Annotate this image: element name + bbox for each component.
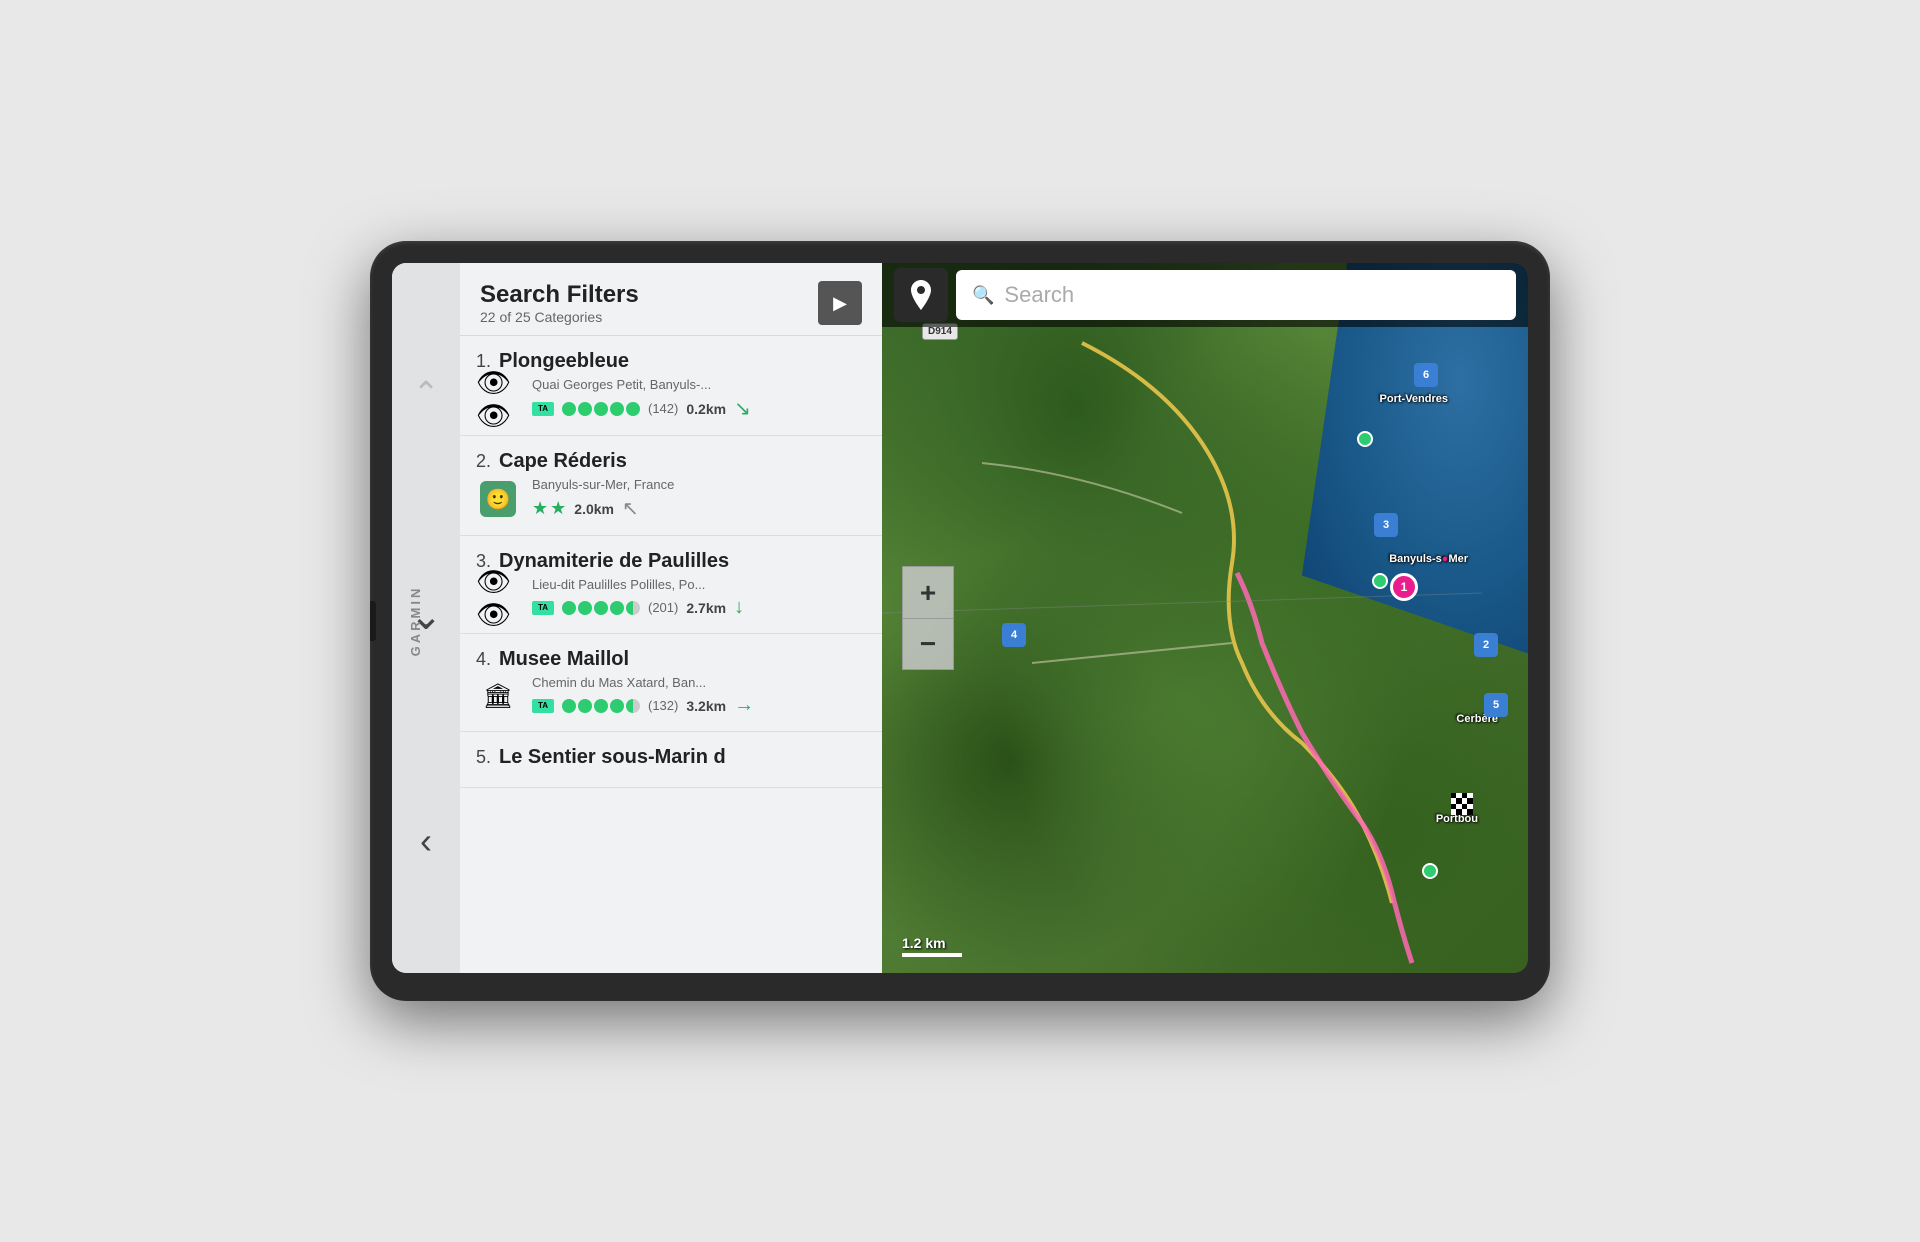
review-count-4: (132) bbox=[648, 698, 678, 713]
result-info-3: Lieu-dit Paulilles Polilles, Po... TA bbox=[532, 577, 866, 619]
direction-arrow-3: ↓ bbox=[734, 596, 744, 619]
distance-2: 2.0km bbox=[574, 501, 614, 517]
search-filters-header: Search Filters 22 of 25 Categories ▶ bbox=[460, 263, 882, 336]
map-marker-1[interactable]: 1 bbox=[1390, 573, 1418, 601]
device-screen: ⌃ ⌄ ‹ Search Filters 22 of 25 Categories… bbox=[392, 263, 1528, 973]
result-icon-1: 👁👁 bbox=[476, 381, 520, 417]
scale-line bbox=[902, 953, 962, 957]
scale-label: 1.2 km bbox=[902, 935, 946, 951]
direction-arrow-4: → bbox=[734, 694, 754, 717]
result-number-4: 4. bbox=[476, 649, 491, 670]
result-info-2: Banyuls-sur-Mer, France ★ ★ 2.0km ↖ bbox=[532, 477, 866, 521]
result-icon-3: 👁👁 bbox=[476, 580, 520, 616]
result-address-2: Banyuls-sur-Mer, France bbox=[532, 477, 866, 492]
result-item-2[interactable]: 2. Cape Réderis 🙂 Banyuls-sur-Mer, Franc… bbox=[460, 436, 882, 536]
result-info-1: Quai Georges Petit, Banyuls-... TA bbox=[532, 377, 866, 421]
distance-4: 3.2km bbox=[686, 698, 726, 714]
result-item-5[interactable]: 5. Le Sentier sous-Marin d bbox=[460, 732, 882, 788]
scroll-up-arrow[interactable]: ⌃ bbox=[413, 377, 440, 409]
city-label-banyuls: Banyuls-s●Mer bbox=[1389, 553, 1468, 565]
rating-row-2: ★ ★ 2.0km ↖ bbox=[532, 496, 866, 521]
location-pin-icon bbox=[908, 280, 934, 310]
result-item-1[interactable]: 1. Plongeebleue 👁👁 Quai Georges Petit, B… bbox=[460, 336, 882, 436]
green-dot-marker-1 bbox=[1357, 431, 1373, 447]
green-dot-marker-3 bbox=[1422, 863, 1438, 879]
star-1: ★ bbox=[532, 498, 548, 519]
map-marker-3[interactable]: 3 bbox=[1374, 513, 1398, 537]
result-icon-4: 🏛 bbox=[476, 678, 520, 714]
star-rating-2: ★ ★ bbox=[532, 498, 566, 519]
rating-dots-3 bbox=[562, 601, 640, 615]
zoom-in-button[interactable]: + bbox=[902, 566, 954, 618]
result-item-3[interactable]: 3. Dynamiterie de Paulilles 👁👁 Lieu-dit … bbox=[460, 536, 882, 634]
map-marker-2[interactable]: 2 bbox=[1474, 633, 1498, 657]
result-number-5: 5. bbox=[476, 747, 491, 768]
brand-label: GARMIN bbox=[408, 586, 423, 657]
review-count-1: (142) bbox=[648, 401, 678, 416]
search-placeholder: Search bbox=[1004, 282, 1074, 308]
result-address-3: Lieu-dit Paulilles Polilles, Po... bbox=[532, 577, 866, 592]
result-name-2: Cape Réderis bbox=[499, 450, 627, 473]
header-subtitle: 22 of 25 Categories bbox=[480, 309, 639, 325]
result-name-3: Dynamiterie de Paulilles bbox=[499, 550, 729, 573]
location-button[interactable] bbox=[894, 268, 948, 322]
search-icon: 🔍 bbox=[972, 285, 994, 306]
star-2: ★ bbox=[550, 498, 566, 519]
result-name-4: Musee Maillol bbox=[499, 648, 629, 671]
result-number-2: 2. bbox=[476, 451, 491, 472]
scale-bar: 1.2 km bbox=[902, 935, 962, 957]
map-marker-5[interactable]: 5 bbox=[1484, 693, 1508, 717]
binoculars-icon-1: 👁👁 bbox=[476, 366, 520, 432]
tripadvisor-logo-1: TA bbox=[532, 402, 554, 416]
map-panel[interactable]: D914 Port-Vendres Banyuls-s●Mer Cerbère … bbox=[882, 263, 1528, 973]
garmin-device: GARMIN ⌃ ⌄ ‹ Search Filters 22 of 25 Cat… bbox=[370, 241, 1550, 1001]
nav-arrows-panel: ⌃ ⌄ ‹ bbox=[392, 263, 460, 973]
tripadvisor-logo-3: TA bbox=[532, 601, 554, 615]
binoculars-icon-3: 👁👁 bbox=[476, 565, 520, 631]
map-marker-4[interactable]: 4 bbox=[1002, 623, 1026, 647]
city-label-port-vendres: Port-Vendres bbox=[1380, 393, 1448, 405]
rating-dots-1 bbox=[562, 402, 640, 416]
back-arrow[interactable]: ‹ bbox=[420, 823, 432, 859]
search-bar[interactable]: 🔍 Search bbox=[956, 270, 1516, 320]
zoom-controls: + − bbox=[902, 566, 954, 670]
direction-arrow-2: ↖ bbox=[622, 496, 639, 521]
map-marker-6[interactable]: 6 bbox=[1414, 363, 1438, 387]
result-info-4: Chemin du Mas Xatard, Ban... TA bbox=[532, 675, 866, 717]
map-header: 🔍 Search bbox=[882, 263, 1528, 327]
green-dot-marker-2 bbox=[1372, 573, 1388, 589]
direction-arrow-1: ↘ bbox=[734, 396, 751, 421]
results-list: 1. Plongeebleue 👁👁 Quai Georges Petit, B… bbox=[460, 336, 882, 973]
checkered-flag bbox=[1451, 793, 1473, 820]
header-title: Search Filters bbox=[480, 281, 639, 309]
zoom-out-button[interactable]: − bbox=[902, 618, 954, 670]
result-address-1: Quai Georges Petit, Banyuls-... bbox=[532, 377, 866, 392]
museum-building-icon: 🏛 bbox=[483, 682, 513, 711]
result-name-5: Le Sentier sous-Marin d bbox=[499, 746, 726, 769]
result-item-4[interactable]: 4. Musee Maillol 🏛 Chemin du Mas Xatard,… bbox=[460, 634, 882, 732]
content-panel: Search Filters 22 of 25 Categories ▶ 1. … bbox=[460, 263, 882, 973]
tripadvisor-logo-4: TA bbox=[532, 699, 554, 713]
header-next-button[interactable]: ▶ bbox=[818, 281, 862, 325]
distance-1: 0.2km bbox=[686, 401, 726, 417]
result-icon-2: 🙂 bbox=[476, 481, 520, 517]
header-text-group: Search Filters 22 of 25 Categories bbox=[480, 281, 639, 325]
rating-dots-4 bbox=[562, 699, 640, 713]
distance-3: 2.7km bbox=[686, 600, 726, 616]
rating-row-3: TA (201) 2.7km bbox=[532, 596, 866, 619]
left-panel: ⌃ ⌄ ‹ Search Filters 22 of 25 Categories… bbox=[392, 263, 882, 973]
rating-row-1: TA (142) 0.2km bbox=[532, 396, 866, 421]
result-address-4: Chemin du Mas Xatard, Ban... bbox=[532, 675, 866, 690]
review-count-3: (201) bbox=[648, 600, 678, 615]
rating-row-4: TA (132) 3.2km bbox=[532, 694, 866, 717]
michelin-man-icon: 🙂 bbox=[480, 481, 516, 517]
